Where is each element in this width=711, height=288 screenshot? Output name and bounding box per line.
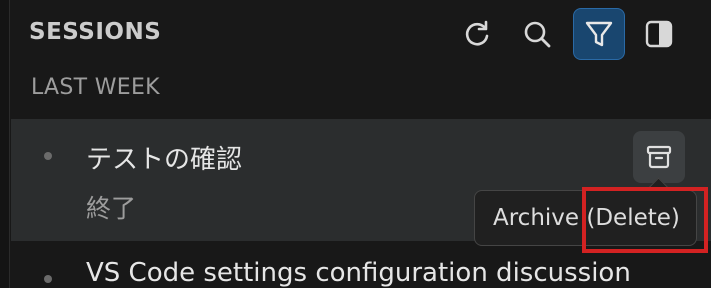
refresh-icon <box>465 20 489 46</box>
search-button[interactable] <box>511 8 563 60</box>
highlight-annotation <box>582 187 708 253</box>
panel-title: SESSIONS <box>29 19 162 45</box>
panel-left-border <box>0 0 10 288</box>
session-status: 終了 <box>86 194 137 223</box>
session-bullet <box>44 275 52 283</box>
toggle-panel-button[interactable] <box>633 8 685 60</box>
filter-button[interactable] <box>573 8 625 60</box>
toggle-sidebar-icon <box>645 20 673 48</box>
session-title: テストの確認 <box>86 145 243 175</box>
archive-icon <box>646 145 672 169</box>
archive-button[interactable] <box>633 131 685 183</box>
refresh-button[interactable] <box>451 8 503 60</box>
section-label-last-week: LAST WEEK <box>31 75 160 100</box>
session-title[interactable]: VS Code settings configuration discussio… <box>86 258 631 288</box>
search-icon <box>524 21 551 48</box>
session-bullet <box>44 152 52 160</box>
sessions-panel: SESSIONS LAST WEEK テストの確認 終了 Archive (De… <box>0 0 711 288</box>
filter-icon <box>585 21 613 47</box>
